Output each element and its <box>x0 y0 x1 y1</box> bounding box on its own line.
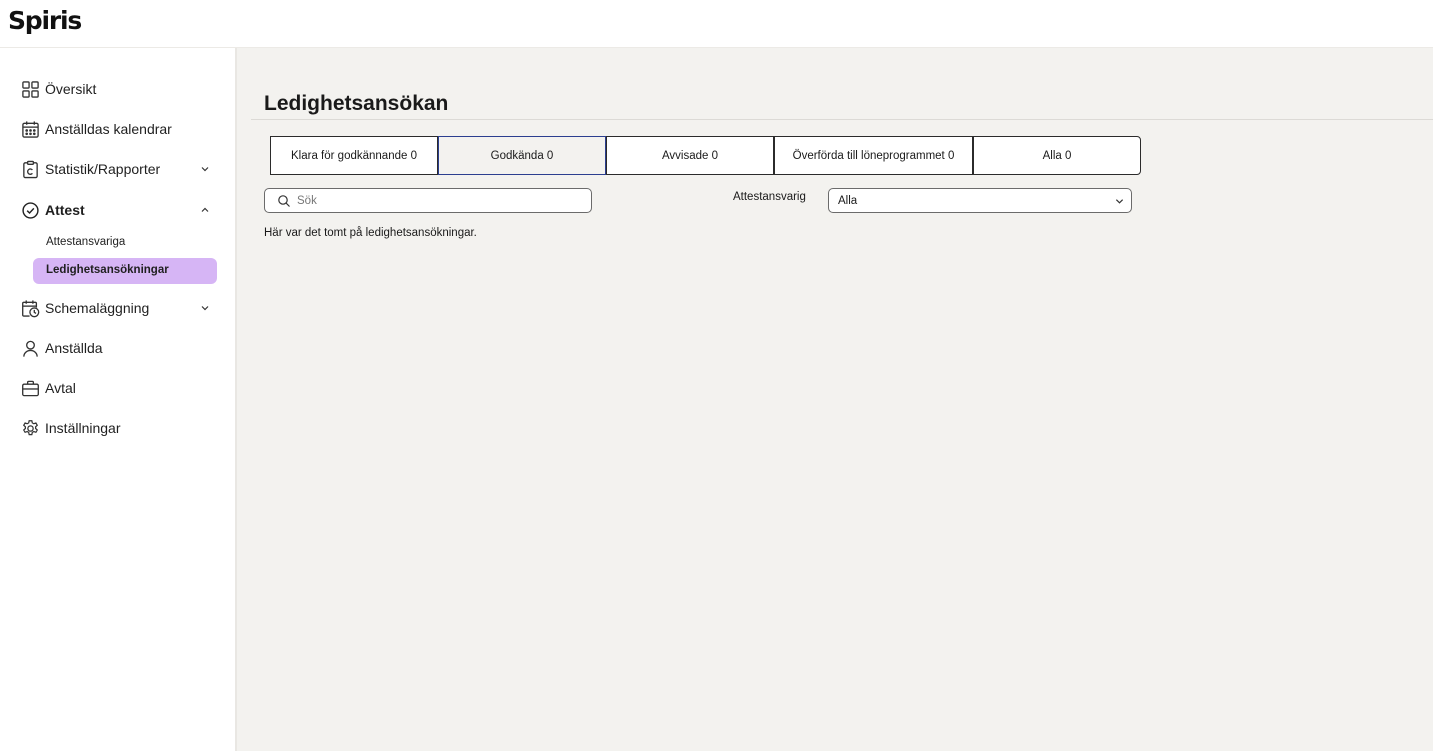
person-icon <box>20 338 40 358</box>
page-title: Ledighetsansökan <box>264 92 449 115</box>
sidebar-item-avtal[interactable]: Avtal <box>0 368 235 408</box>
sidebar-item-attest[interactable]: Attest <box>0 190 235 230</box>
check-circle-icon <box>20 200 40 220</box>
chevron-up-icon <box>201 207 209 212</box>
select-value: Alla <box>838 195 858 207</box>
sidebar-item-label: Översikt <box>45 81 97 97</box>
sidebar-item-anstallda[interactable]: Anställda <box>0 328 235 368</box>
sidebar-item-label: Anställda <box>45 340 103 356</box>
sidebar-subitem-label: Attestansvariga <box>46 236 126 248</box>
sidebar-subitem-ledighetsansokningar[interactable]: Ledighetsansökningar <box>33 258 217 284</box>
sidebar-item-label: Inställningar <box>45 420 121 436</box>
sidebar-subitem-label: Ledighetsansökningar <box>46 264 169 276</box>
main-content: Ledighetsansökan Klara för godkännande 0… <box>237 48 1433 751</box>
sidebar-item-statistik[interactable]: Statistik/Rapporter <box>0 149 235 189</box>
tab-overforda[interactable]: Överförda till löneprogrammet 0 <box>774 136 973 175</box>
chevron-down-icon <box>201 167 209 172</box>
search-field[interactable] <box>264 188 592 213</box>
calendar-clock-icon <box>20 298 40 318</box>
tab-avvisade[interactable]: Avvisade 0 <box>606 136 774 175</box>
attestansvarig-label: Attestansvarig <box>733 191 806 203</box>
sidebar-item-schemalaggning[interactable]: Schemaläggning <box>0 288 235 328</box>
top-header: Spiris <box>0 0 1433 48</box>
empty-state-message: Här var det tomt på ledighetsansökningar… <box>264 227 477 239</box>
sidebar-item-label: Avtal <box>45 380 76 396</box>
tab-godkanda[interactable]: Godkända 0 <box>438 136 606 175</box>
chevron-down-icon <box>201 306 209 311</box>
attestansvarig-select[interactable]: Alla <box>828 188 1132 213</box>
status-tabs: Klara för godkännande 0 Godkända 0 Avvis… <box>270 136 1141 175</box>
gear-icon <box>20 418 40 438</box>
search-icon <box>278 195 290 207</box>
sidebar-subitem-attestansvariga[interactable]: Attestansvariga <box>33 230 217 256</box>
calendar-icon <box>20 119 40 139</box>
tab-alla[interactable]: Alla 0 <box>973 136 1141 175</box>
divider <box>251 119 1433 120</box>
sidebar-item-kalendrar[interactable]: Anställdas kalendrar <box>0 109 235 149</box>
briefcase-icon <box>20 378 40 398</box>
sidebar-item-label: Anställdas kalendrar <box>45 121 172 137</box>
sidebar: Översikt Anställdas kalendrar Statistik/… <box>0 48 237 751</box>
sidebar-item-label: Schemaläggning <box>45 300 150 316</box>
search-input[interactable] <box>297 192 577 210</box>
spiris-logo[interactable]: Spiris <box>8 6 82 35</box>
sidebar-item-oversikt[interactable]: Översikt <box>0 69 235 109</box>
grid-icon <box>20 79 40 99</box>
chevron-down-icon <box>1115 199 1124 204</box>
sidebar-item-label: Statistik/Rapporter <box>45 161 161 177</box>
sidebar-item-label: Attest <box>45 202 85 218</box>
sidebar-item-installningar[interactable]: Inställningar <box>0 408 235 448</box>
tab-klara-for-godkannande[interactable]: Klara för godkännande 0 <box>270 136 438 175</box>
report-icon <box>20 159 40 179</box>
